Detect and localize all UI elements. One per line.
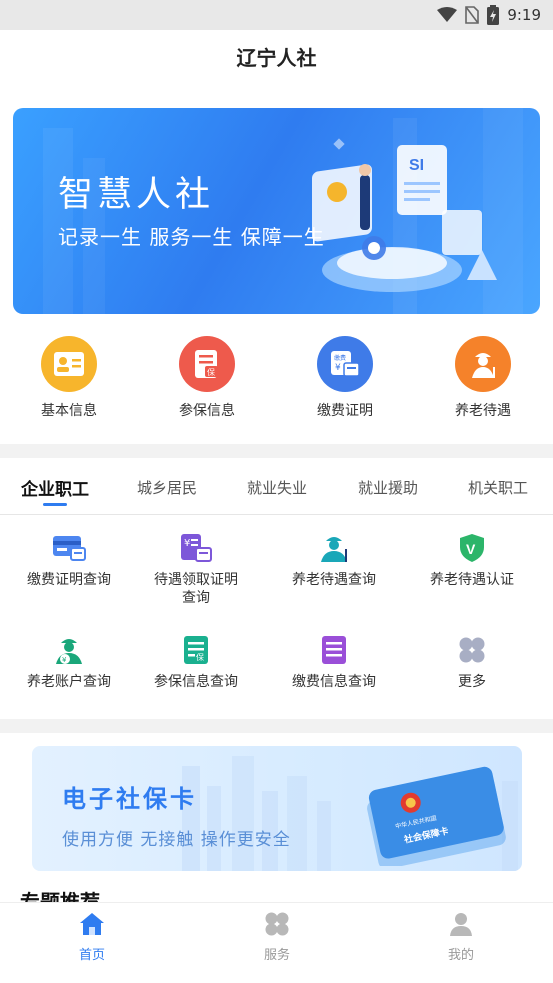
- service-insurance-info-query[interactable]: 保 参保信息查询: [127, 633, 265, 691]
- tab-enterprise-staff[interactable]: 企业职工: [21, 475, 89, 500]
- quick-link-basic-info[interactable]: 基本信息: [14, 336, 124, 420]
- quick-link-label: 基本信息: [41, 403, 97, 419]
- status-icons: 9:19: [437, 5, 541, 25]
- svg-text:¥: ¥: [184, 538, 190, 549]
- svg-text:保: 保: [196, 652, 204, 662]
- banner-illustration: SI: [312, 145, 497, 292]
- service-pension-account-query[interactable]: ¥ 养老账户查询: [0, 633, 138, 691]
- category-tabs: 企业职工 城乡居民 就业失业 就业援助 机关职工: [0, 460, 553, 515]
- elderly-icon: [455, 336, 511, 392]
- service-label: 养老待遇认证: [430, 572, 514, 588]
- nav-item-label: 首页: [78, 948, 105, 963]
- payment-cert-icon: 缴费 ¥: [317, 336, 373, 392]
- wifi-icon: [437, 7, 458, 22]
- service-pension-query[interactable]: 养老待遇查询: [265, 531, 403, 589]
- account-icon: ¥: [52, 633, 86, 667]
- quick-link-pension[interactable]: 养老待遇: [428, 336, 538, 420]
- quick-link-label: 养老待遇: [455, 403, 511, 419]
- service-label: 待遇领取证明 查询: [127, 571, 265, 607]
- service-label-line1: 待遇领取证明: [154, 572, 238, 588]
- service-payment-info-query[interactable]: 缴费信息查询: [265, 633, 403, 691]
- elderly-icon: [317, 531, 351, 565]
- service-label-line2: 查询: [182, 590, 210, 606]
- home-icon: [80, 913, 104, 935]
- app-header: 辽宁人社: [0, 30, 553, 82]
- card-banner-subtitle: 使用方便 无接触 操作更安全: [62, 830, 291, 850]
- bottom-nav: 首页 服务 我的: [0, 902, 553, 983]
- id-card-icon: [41, 336, 97, 392]
- quick-links: 基本信息 保 参保信息 缴费 ¥ 缴费证明 养老待遇: [0, 336, 553, 426]
- nav-item-label: 我的: [447, 948, 474, 963]
- nav-item-label: 服务: [263, 948, 290, 963]
- nav-item-home[interactable]: 首页: [52, 911, 132, 963]
- grid-icon: [265, 912, 289, 936]
- banner-title: 智慧人社: [58, 175, 215, 215]
- payment-card-icon: [52, 531, 86, 565]
- svg-text:保: 保: [207, 367, 215, 377]
- service-more[interactable]: 更多: [403, 633, 541, 691]
- tab-employment-aid[interactable]: 就业援助: [358, 477, 418, 498]
- service-label: 养老账户查询: [27, 674, 111, 690]
- active-tab-indicator: [43, 503, 67, 506]
- hero-banner[interactable]: 智慧人社 记录一生 服务一生 保障一生 SI: [13, 108, 540, 314]
- tab-government-staff[interactable]: 机关职工: [468, 477, 528, 498]
- service-label: 缴费信息查询: [292, 674, 376, 690]
- insurance-doc-icon: 保: [179, 633, 213, 667]
- more-grid-icon: [455, 633, 489, 667]
- service-benefit-cert-query[interactable]: ¥ 待遇领取证明 查询: [127, 531, 265, 607]
- quick-link-insurance-info[interactable]: 保 参保信息: [152, 336, 262, 420]
- svg-text:V: V: [466, 541, 476, 557]
- social-security-card-image: 中华人民共和国 社会保障卡: [367, 766, 506, 866]
- service-label: 参保信息查询: [154, 674, 238, 690]
- card-banner-title: 电子社保卡: [62, 785, 197, 813]
- benefit-cert-icon: ¥: [179, 531, 213, 565]
- divider: [0, 444, 553, 458]
- service-label: 养老待遇查询: [292, 572, 376, 588]
- status-bar: 9:19: [0, 0, 553, 30]
- quick-link-label: 参保信息: [179, 403, 235, 419]
- svg-text:缴费: 缴费: [334, 354, 346, 362]
- service-label: 缴费证明查询: [27, 572, 111, 588]
- shield-v-icon: V: [455, 531, 489, 565]
- no-sim-icon: [465, 6, 480, 24]
- service-pension-auth[interactable]: V 养老待遇认证: [403, 531, 541, 589]
- battery-icon: [487, 5, 500, 25]
- tab-urban-rural-residents[interactable]: 城乡居民: [137, 477, 197, 498]
- service-payment-cert-query[interactable]: 缴费证明查询: [0, 531, 138, 589]
- insurance-doc-icon: 保: [179, 336, 235, 392]
- svg-text:SI: SI: [409, 157, 424, 174]
- quick-link-label: 缴费证明: [317, 403, 373, 419]
- payment-doc-icon: [317, 633, 351, 667]
- svg-text:¥: ¥: [62, 656, 67, 664]
- page-title: 辽宁人社: [236, 45, 317, 70]
- svg-text:¥: ¥: [335, 363, 341, 373]
- e-social-card-banner[interactable]: 电子社保卡 使用方便 无接触 操作更安全 中华人民共和国 社会保障卡: [32, 746, 522, 871]
- service-label: 更多: [458, 674, 486, 690]
- banner-subtitle: 记录一生 服务一生 保障一生: [58, 225, 325, 249]
- quick-link-payment-cert[interactable]: 缴费 ¥ 缴费证明: [290, 336, 400, 420]
- nav-item-services[interactable]: 服务: [237, 911, 317, 963]
- tab-employment[interactable]: 就业失业: [247, 477, 307, 498]
- status-time: 9:19: [507, 6, 541, 24]
- user-icon: [450, 913, 472, 936]
- nav-item-mine[interactable]: 我的: [421, 911, 501, 963]
- divider: [0, 719, 553, 733]
